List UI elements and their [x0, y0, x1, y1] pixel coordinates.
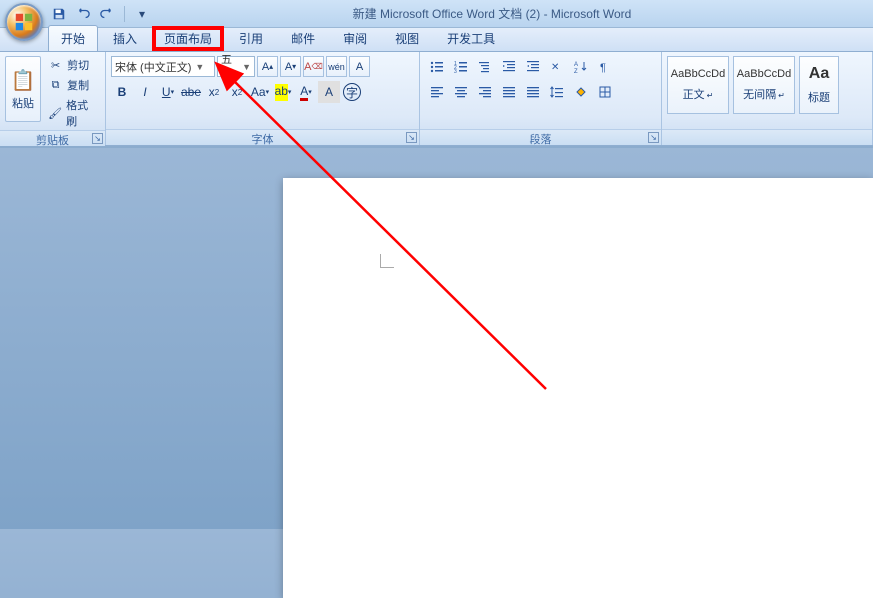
change-case-button[interactable]: Aa▾ — [249, 81, 271, 103]
chevron-down-icon: ▼ — [242, 62, 251, 72]
chevron-down-icon: ↵ — [778, 91, 785, 100]
document-workspace — [0, 148, 873, 529]
bold-button[interactable]: B — [111, 81, 133, 103]
qat-customize-icon[interactable]: ▾ — [133, 5, 151, 23]
clear-formatting-button[interactable]: A⌫ — [303, 56, 324, 77]
group-label-clipboard: 剪贴板↘ — [0, 130, 105, 146]
sort-button[interactable]: AZ — [569, 56, 592, 77]
scissors-icon: ✂ — [48, 59, 63, 72]
group-styles: AaBbCcDd 正文↵ AaBbCcDd 无间隔↵ Aa 标题 — [662, 52, 873, 145]
justify-button[interactable] — [497, 81, 520, 102]
increase-indent-button[interactable] — [521, 56, 544, 77]
clipboard-icon: 📋 — [11, 68, 36, 93]
undo-icon[interactable] — [74, 5, 92, 23]
quick-access-toolbar: ▾ — [50, 5, 151, 23]
cut-button[interactable]: ✂剪切 — [45, 56, 100, 74]
tab-developer[interactable]: 开发工具 — [434, 25, 508, 51]
underline-button[interactable]: U▾ — [157, 81, 179, 103]
office-button[interactable] — [5, 3, 43, 41]
style-heading1[interactable]: Aa 标题 — [799, 56, 839, 114]
group-clipboard: 📋 粘贴 ✂剪切 ⧉复制 🖌格式刷 剪贴板↘ — [0, 52, 106, 145]
bullets-button[interactable] — [425, 56, 448, 77]
style-label: 无间隔 — [743, 89, 776, 101]
dialog-launcher-icon[interactable]: ↘ — [92, 133, 103, 144]
tab-home[interactable]: 开始 — [48, 25, 98, 51]
asian-layout-button[interactable]: ✕ — [545, 56, 568, 77]
dialog-launcher-icon[interactable]: ↘ — [648, 132, 659, 143]
chevron-down-icon: ↵ — [707, 91, 714, 100]
ribbon-tabs: 开始 插入 页面布局 引用 邮件 审阅 视图 开发工具 — [0, 28, 873, 52]
group-label-paragraph: 段落↘ — [420, 129, 661, 145]
group-paragraph: 123 ✕ AZ ¶ 段落↘ — [420, 52, 662, 145]
group-font: 宋体 (中文正文)▼ 五号▼ A▴ A▾ A⌫ wén A B I U▾ abe… — [106, 52, 420, 145]
character-border-button[interactable]: A — [349, 56, 370, 77]
align-right-button[interactable] — [473, 81, 496, 102]
svg-text:Z: Z — [574, 69, 578, 75]
svg-text:A: A — [574, 62, 578, 68]
chevron-down-icon: ▼ — [195, 62, 204, 72]
borders-button[interactable] — [593, 81, 616, 102]
superscript-button[interactable]: x2 — [226, 81, 248, 103]
copy-icon: ⧉ — [48, 79, 63, 92]
character-shading-button[interactable]: A — [318, 81, 340, 103]
italic-button[interactable]: I — [134, 81, 156, 103]
window-title: 新建 Microsoft Office Word 文档 (2) - Micros… — [151, 5, 873, 22]
font-color-button[interactable]: A▾ — [295, 81, 317, 103]
style-label: 正文 — [683, 89, 705, 101]
redo-icon[interactable] — [98, 5, 116, 23]
document-page[interactable] — [283, 178, 873, 598]
shrink-font-button[interactable]: A▾ — [280, 56, 301, 77]
tab-mailings[interactable]: 邮件 — [278, 25, 328, 51]
group-label-font: 字体↘ — [106, 129, 419, 145]
enclose-characters-button[interactable]: 字 — [343, 83, 361, 101]
tab-references[interactable]: 引用 — [226, 25, 276, 51]
font-size-combo[interactable]: 五号▼ — [217, 56, 255, 77]
paste-button[interactable]: 📋 粘贴 — [5, 56, 41, 122]
line-spacing-button[interactable] — [545, 81, 568, 102]
save-icon[interactable] — [50, 5, 68, 23]
separator — [124, 6, 125, 22]
phonetic-guide-button[interactable]: wén — [326, 56, 347, 77]
brush-icon: 🖌 — [48, 107, 62, 120]
multilevel-list-button[interactable] — [473, 56, 496, 77]
numbering-button[interactable]: 123 — [449, 56, 472, 77]
grow-font-button[interactable]: A▴ — [257, 56, 278, 77]
style-normal[interactable]: AaBbCcDd 正文↵ — [667, 56, 729, 114]
paste-label: 粘贴 — [12, 95, 34, 111]
align-left-button[interactable] — [425, 81, 448, 102]
show-marks-button[interactable]: ¶ — [593, 56, 616, 77]
tab-insert[interactable]: 插入 — [100, 25, 150, 51]
subscript-button[interactable]: x2 — [203, 81, 225, 103]
strikethrough-button[interactable]: abe — [180, 81, 202, 103]
svg-text:✕: ✕ — [551, 62, 559, 73]
tab-review[interactable]: 审阅 — [330, 25, 380, 51]
align-center-button[interactable] — [449, 81, 472, 102]
tab-view[interactable]: 视图 — [382, 25, 432, 51]
svg-text:¶: ¶ — [600, 62, 606, 74]
style-no-spacing[interactable]: AaBbCcDd 无间隔↵ — [733, 56, 795, 114]
font-name-combo[interactable]: 宋体 (中文正文)▼ — [111, 56, 215, 77]
style-label: 标题 — [808, 92, 830, 104]
tab-page-layout[interactable]: 页面布局 — [152, 26, 224, 51]
ribbon: 📋 粘贴 ✂剪切 ⧉复制 🖌格式刷 剪贴板↘ 宋体 (中文正文)▼ 五号▼ A▴… — [0, 52, 873, 146]
cursor-position-mark — [380, 254, 394, 268]
dialog-launcher-icon[interactable]: ↘ — [406, 132, 417, 143]
group-label-styles — [662, 129, 872, 145]
svg-text:3: 3 — [454, 69, 457, 75]
decrease-indent-button[interactable] — [497, 56, 520, 77]
distributed-button[interactable] — [521, 81, 544, 102]
format-painter-button[interactable]: 🖌格式刷 — [45, 96, 100, 130]
shading-button[interactable] — [569, 81, 592, 102]
copy-button[interactable]: ⧉复制 — [45, 76, 100, 94]
title-bar: ▾ 新建 Microsoft Office Word 文档 (2) - Micr… — [0, 0, 873, 28]
highlight-button[interactable]: ab▾ — [272, 81, 294, 103]
